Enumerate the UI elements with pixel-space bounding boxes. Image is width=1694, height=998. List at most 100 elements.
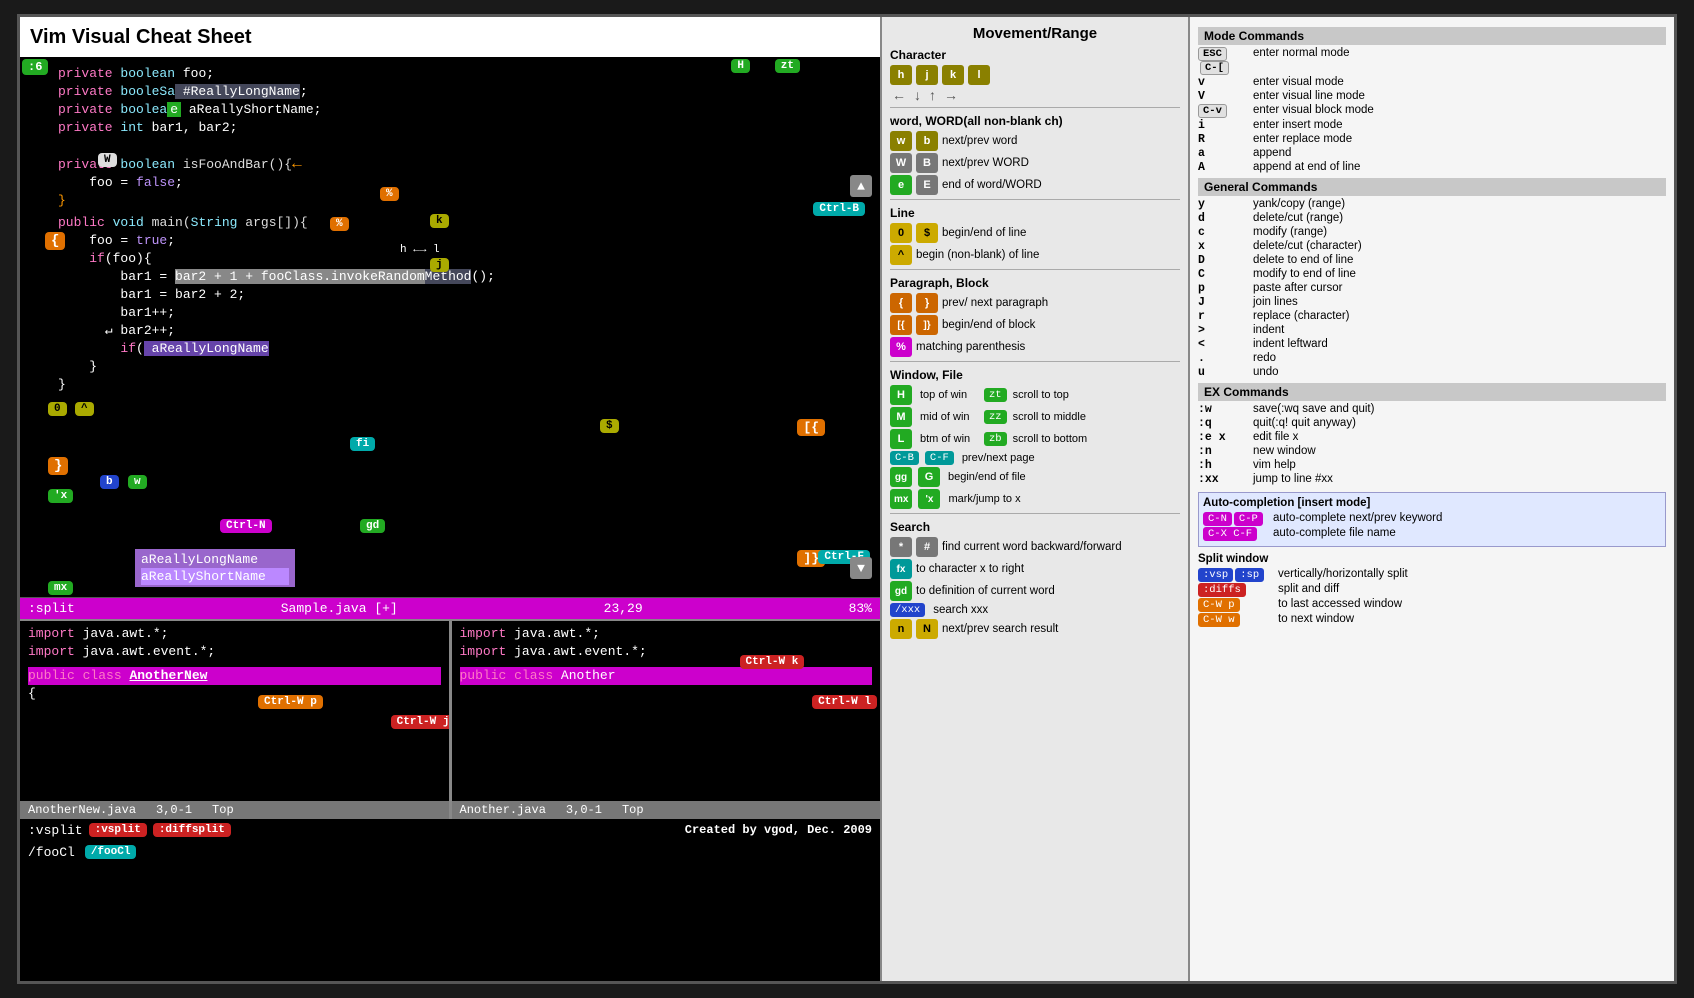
ex-w-desc: save(:wq save and quit)	[1253, 403, 1666, 416]
split-cmd-cwp: C-W p to last accessed window	[1198, 598, 1666, 612]
dot-key-col: .	[1198, 352, 1253, 365]
rbrace-key: }	[916, 293, 938, 313]
search-term: /fooCl	[28, 845, 75, 860]
code-line-9: public void main(String args[]){	[58, 214, 872, 232]
ex-cmd-w: :w save(:wq save and quit)	[1198, 403, 1666, 416]
b-badge-code: b	[100, 475, 119, 489]
arrow-left: ←	[892, 87, 906, 103]
brace-line-left: {	[28, 685, 441, 703]
A-key-col: A	[1198, 161, 1253, 174]
G-key: G	[918, 467, 940, 487]
auto-cmd-cxcf: C-X C-F auto-complete file name	[1203, 527, 1661, 541]
bar-lines: bar1++; ↵ bar2++;	[58, 304, 872, 340]
vsp-desc: vertically/horizontally split	[1278, 568, 1666, 582]
window-title: Window, File	[890, 368, 1180, 382]
ctrlwp-badge: Ctrl-W p	[258, 695, 323, 709]
code-editor: :6 H zt private boolean foo; private boo…	[20, 57, 880, 597]
ex-xx-desc: jump to line #xx	[1253, 473, 1666, 486]
J-desc: join lines	[1253, 296, 1666, 309]
line-section: Line 0 $ begin/end of line ^ begin (non-…	[890, 206, 1180, 265]
fx-key: fx	[890, 559, 912, 579]
ctrlb-badge: Ctrl-B	[813, 202, 865, 216]
ctrlwj-badge: Ctrl-W j	[391, 715, 449, 729]
line-title: Line	[890, 206, 1180, 220]
lbracket-key: [{	[890, 315, 912, 335]
diffs-key: :diffs	[1198, 583, 1246, 597]
paragraph-title: Paragraph, Block	[890, 276, 1180, 290]
word-row-2: W B next/prev WORD	[890, 153, 1180, 173]
A-desc: append at end of line	[1253, 161, 1666, 174]
gen-cmd-c: c modify (range)	[1198, 226, 1666, 239]
percent-key: %	[890, 337, 912, 357]
split-area: import java.awt.*; import java.awt.event…	[20, 619, 880, 819]
vsp-key: :vsp	[1198, 568, 1233, 582]
zt-badge: zt	[775, 59, 800, 73]
search-row-2: fx to character x to right	[890, 559, 1180, 579]
para-desc-3: matching parenthesis	[916, 341, 1025, 353]
arrow-row: ← ↓ ↑ →	[890, 87, 1180, 103]
closing-braces: } }	[58, 358, 872, 394]
ex-w-col: :w	[1198, 403, 1253, 416]
percent-badge-2: %	[330, 217, 349, 231]
diffs-keys: :diffs	[1198, 583, 1278, 597]
mode-cmd-R: R enter replace mode	[1198, 133, 1666, 146]
rbracket-key: ]}	[916, 315, 938, 335]
autocomplete-section: Auto-completion [insert mode] C-N C-P au…	[1198, 492, 1666, 547]
zero-badge: 0	[48, 402, 67, 416]
fi-badge: fi	[350, 437, 375, 451]
a-key-col: a	[1198, 147, 1253, 160]
search-desc-4: search xxx	[933, 604, 988, 616]
arrow-up: ↑	[929, 87, 936, 103]
brace-badge: {	[45, 232, 65, 250]
search-desc-2: to character x to right	[916, 563, 1024, 575]
split-window-section: Split window :vsp :sp vertically/horizon…	[1198, 553, 1666, 627]
word-section: word, WORD(all non-blank ch) w b next/pr…	[890, 114, 1180, 195]
ex-cmd-n: :n new window	[1198, 445, 1666, 458]
w-key: w	[890, 131, 912, 151]
line-desc-1: begin/end of line	[942, 227, 1026, 239]
word-row-1: w b next/prev word	[890, 131, 1180, 151]
ex-h-col: :h	[1198, 459, 1253, 472]
J-key-col: J	[1198, 296, 1253, 309]
gen-cmd-C: C modify to end of line	[1198, 268, 1666, 281]
cmdline-left: :vsplit :vsplit :diffsplit	[28, 823, 231, 838]
search-row-1: * # find current word backward/forward	[890, 537, 1180, 557]
mode-cmd-A: A append at end of line	[1198, 161, 1666, 174]
code-line-10: foo = true;	[58, 232, 872, 250]
c-n-key: C-N	[1203, 512, 1232, 526]
sp-key: :sp	[1235, 568, 1264, 582]
split-window-title: Split window	[1198, 553, 1666, 565]
left-scroll: Top	[212, 803, 234, 817]
zb-key: zb	[984, 432, 1007, 446]
k-arrow-area: k h ←→ l j	[400, 212, 440, 272]
ex-cmd-xx: :xx jump to line #xx	[1198, 473, 1666, 486]
word-desc-2: next/prev WORD	[942, 157, 1029, 169]
u-desc: undo	[1253, 366, 1666, 379]
c-desc: modify (range)	[1253, 226, 1666, 239]
mode-cmd-cv: C-v enter visual block mode	[1198, 104, 1666, 118]
autocomplete-item-1: aReallyLongName	[141, 551, 289, 568]
i-key-col: i	[1198, 119, 1253, 132]
dot-desc: redo	[1253, 352, 1666, 365]
gt-key-col: >	[1198, 324, 1253, 337]
gt-desc: indent	[1253, 324, 1666, 337]
line-row-2: ^ begin (non-blank) of line	[890, 245, 1180, 265]
line-desc-2: begin (non-blank) of line	[916, 249, 1039, 261]
ex-e-col: :e x	[1198, 431, 1253, 444]
cwp-keys: C-W p	[1198, 598, 1278, 612]
n-key: n	[890, 619, 912, 639]
i-desc: enter insert mode	[1253, 119, 1666, 132]
ex-commands-title: EX Commands	[1198, 383, 1666, 401]
char-keys-row: h j k l	[890, 65, 1180, 85]
a-desc: append	[1253, 147, 1666, 160]
gen-cmd-J: J join lines	[1198, 296, 1666, 309]
x-quote-badge: 'x	[48, 489, 73, 503]
N-key: N	[916, 619, 938, 639]
j-badge-inner: j	[430, 258, 449, 272]
search-desc-1: find current word backward/forward	[942, 541, 1122, 553]
lt-key-col: <	[1198, 338, 1253, 351]
cb-key: C-B	[890, 451, 919, 465]
auto-cxcf-keys: C-X C-F	[1203, 527, 1273, 541]
right-panels: Movement/Range Character h j k l ← ↓ ↑ →	[880, 17, 1674, 981]
M-key: M	[890, 407, 912, 427]
